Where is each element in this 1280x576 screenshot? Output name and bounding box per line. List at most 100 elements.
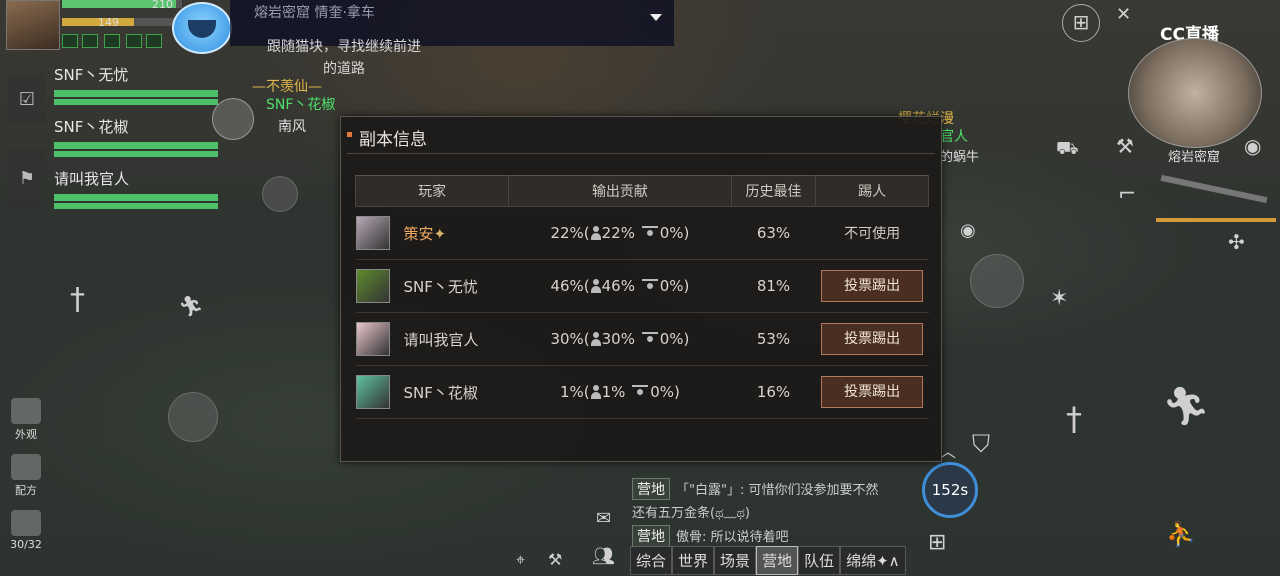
- appearance-label: 外观: [15, 428, 37, 441]
- chevron-down-icon[interactable]: [650, 14, 662, 21]
- team-member-name: SNF丶花椒: [54, 118, 129, 136]
- chat-tab[interactable]: 队伍: [798, 546, 841, 575]
- ammo-bar: [1156, 218, 1276, 222]
- knife-icon[interactable]: †: [70, 282, 85, 317]
- vote-kick-button[interactable]: 投票踢出: [821, 323, 924, 355]
- knife-icon[interactable]: †: [1066, 400, 1082, 438]
- mail-icon[interactable]: ✉: [596, 508, 611, 529]
- recipe-label: 配方: [15, 484, 37, 497]
- team-member-hp: [54, 90, 218, 97]
- skill-timer[interactable]: 152s: [922, 462, 978, 518]
- crouch-icon[interactable]: ⛹: [1166, 520, 1196, 548]
- table-row: 请叫我官人 30%(30% 0%) 53% 投票踢出: [355, 312, 929, 366]
- chat-message: 营地 「"白露"」: 可惜你们没参加要不然: [632, 478, 922, 500]
- build-icon[interactable]: ⚒: [1116, 134, 1134, 158]
- location-icon[interactable]: ⌖: [516, 550, 525, 570]
- damage-solo: 1%: [601, 383, 626, 401]
- tools-icon[interactable]: ⚒: [548, 550, 562, 569]
- sprint-icon[interactable]: [262, 176, 298, 212]
- chevron-up-icon[interactable]: ︿: [940, 438, 956, 462]
- run-icon[interactable]: 🏃︎: [178, 294, 203, 318]
- chat-tab[interactable]: 营地: [756, 546, 799, 575]
- kick-cell: 投票踢出: [815, 365, 929, 419]
- camera-icon[interactable]: ◉: [1244, 134, 1261, 158]
- flag-icon[interactable]: ⚑: [8, 148, 46, 208]
- checklist-icon[interactable]: ☑: [8, 74, 46, 124]
- quest-title: 熔岩密窟 情奎·拿车: [254, 5, 375, 21]
- player-cell: SNF丶无忧: [355, 259, 509, 313]
- table-row: SNF丶无忧 46%(46% 0%) 81% 投票踢出: [355, 259, 929, 313]
- minimap[interactable]: [1128, 38, 1262, 148]
- column-header: 输出贡献: [508, 175, 732, 207]
- recipe-button[interactable]: 配方: [6, 454, 46, 498]
- damage-icon: [632, 385, 649, 397]
- buff-icon: [146, 34, 162, 48]
- player-name-text: 策安: [403, 224, 434, 243]
- team-member-hp: [54, 142, 218, 149]
- player-avatar-icon: [355, 375, 390, 409]
- damage-solo: 22%: [601, 224, 635, 242]
- chat-tabs: 综合 世界 场景 营地 队伍 绵绵✦∧: [630, 546, 906, 575]
- dodge-icon[interactable]: 🏃︎: [1162, 384, 1210, 429]
- team-member-hp: [54, 194, 218, 201]
- joystick[interactable]: [168, 392, 218, 442]
- damage-other: 0%): [659, 277, 690, 295]
- chat-tab[interactable]: 综合: [630, 546, 673, 575]
- team-member[interactable]: 请叫我官人: [54, 168, 218, 209]
- grass-icon[interactable]: ✶: [1050, 286, 1068, 311]
- team-member-name: SNF丶无忧: [54, 66, 129, 84]
- chat-tab[interactable]: 场景: [714, 546, 757, 575]
- vote-kick-button[interactable]: 投票踢出: [821, 270, 924, 302]
- chat-log[interactable]: 营地 「"白露"」: 可惜你们没参加要不然 还有五万金条(ಥ﹏ಥ) 营地 傲骨: 所…: [632, 478, 922, 547]
- damage-cell: 22%(22% 0%): [508, 206, 732, 260]
- user-icon: [590, 226, 601, 240]
- npc-name: 官人: [940, 129, 968, 145]
- vote-kick-button[interactable]: 投票踢出: [821, 376, 924, 408]
- damage-total: 30%(: [550, 330, 590, 348]
- player-hp-value: 210: [152, 0, 173, 11]
- chat-tab[interactable]: 绵绵✦∧: [840, 546, 906, 575]
- team-member-mp: [54, 151, 218, 157]
- damage-total: 22%(: [550, 224, 590, 242]
- player-name: 请叫我官人: [404, 329, 504, 350]
- team-member-name: 请叫我官人: [54, 170, 130, 188]
- chat-message: 还有五万金条(ಥ﹏ಥ): [632, 502, 922, 521]
- chat-channel: 营地: [632, 525, 670, 547]
- damage-icon: [641, 332, 658, 344]
- player-level: 149: [98, 16, 119, 29]
- shield-icon[interactable]: [970, 254, 1024, 308]
- damage-other: 0%): [659, 330, 690, 348]
- friends-icon[interactable]: 👥︎: [592, 546, 615, 567]
- chat-text: 傲骨: 所以说待着吧: [676, 530, 789, 545]
- chat-channel: 营地: [632, 478, 670, 500]
- player-avatar[interactable]: [6, 0, 60, 50]
- npc-name: 的蜗牛: [940, 150, 980, 165]
- eye-icon[interactable]: ◉: [960, 220, 976, 241]
- divider: [347, 153, 935, 154]
- medkit-icon[interactable]: ⊞: [928, 530, 946, 555]
- player-cell: SNF丶花椒: [355, 365, 509, 419]
- chat-tab[interactable]: 世界: [672, 546, 715, 575]
- player-name: 策安✦: [404, 223, 504, 244]
- damage-total: 46%(: [550, 277, 590, 295]
- drone-icon[interactable]: ✣: [1228, 230, 1245, 254]
- armor-icon[interactable]: ⛉: [972, 430, 990, 458]
- appearance-button[interactable]: 外观: [6, 398, 46, 442]
- backpack-button[interactable]: 30/32: [6, 510, 46, 551]
- damage-solo: 46%: [601, 277, 635, 295]
- player-cell: 请叫我官人: [355, 312, 509, 366]
- team-member[interactable]: SNF丶花椒: [54, 116, 218, 157]
- grid-icon[interactable]: ⊞: [1062, 4, 1100, 42]
- damage-cell: 1%(1% 0%): [508, 365, 732, 419]
- vehicle-icon[interactable]: ⛟: [1056, 138, 1079, 162]
- close-icon[interactable]: ✕: [1116, 4, 1131, 25]
- column-header: 历史最佳: [730, 175, 817, 207]
- pistol-icon[interactable]: ⌐: [1118, 182, 1136, 207]
- user-icon: [590, 332, 601, 346]
- team-member[interactable]: SNF丶无忧: [54, 64, 218, 105]
- player-energy-bar: [62, 18, 182, 26]
- rifle-icon[interactable]: [1160, 174, 1268, 204]
- inventory-count: 30/32: [10, 538, 42, 551]
- player-name-text: SNF丶花椒: [403, 383, 478, 402]
- best-cell: 53%: [731, 312, 816, 366]
